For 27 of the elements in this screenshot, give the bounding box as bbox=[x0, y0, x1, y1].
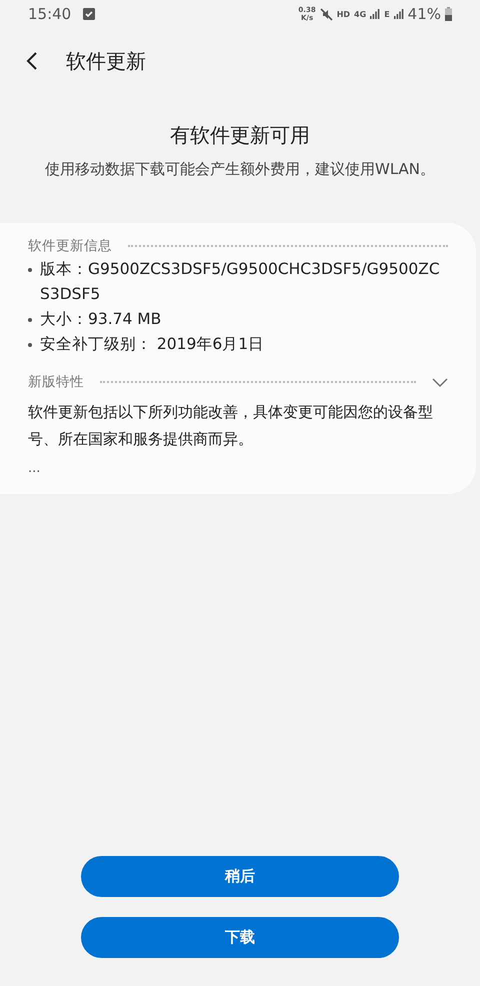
notice-title: 有软件更新可用 bbox=[169, 122, 311, 149]
action-button[interactable]: 下载 bbox=[81, 917, 399, 958]
action-button[interactable]: 稍后 bbox=[81, 856, 399, 897]
checkbox-notification-icon bbox=[83, 8, 96, 20]
chevron-down-icon[interactable] bbox=[432, 378, 448, 386]
battery-icon bbox=[445, 7, 452, 21]
status-time: 15:40 bbox=[28, 5, 72, 23]
section-heading: 新版特性 bbox=[28, 373, 84, 391]
network-type: 4G bbox=[354, 10, 366, 18]
section-heading: 软件更新信息 bbox=[28, 237, 112, 255]
ellipsis-text: ... bbox=[28, 461, 42, 476]
notice-message: 使用移动数据下载可能会产生额外费用，建议使用WLAN。 bbox=[44, 159, 436, 180]
hd-label: HD bbox=[336, 10, 350, 18]
network-type: E bbox=[384, 10, 390, 18]
info-item: 大小：93.74 MB bbox=[40, 309, 162, 330]
bullet-icon bbox=[28, 318, 32, 322]
bullet-icon bbox=[28, 268, 32, 272]
page-title: 软件更新 bbox=[66, 48, 146, 74]
battery-percent: 41% bbox=[408, 5, 441, 23]
signal-icon bbox=[394, 9, 404, 19]
bullet-icon bbox=[28, 343, 32, 347]
info-item: 安全补丁级别： 2019年6月1日 bbox=[40, 334, 264, 355]
mute-icon bbox=[320, 8, 333, 20]
features-text: 软件更新包括以下所列功能改善，具体变更可能因您的设备型号、所在国家和服务提供商而异。 bbox=[28, 402, 434, 450]
signal-icon bbox=[370, 9, 380, 19]
info-item: 版本：G9500ZCS3DSF5/G9500CHC3DSF5/G9500ZCS3DSF5 bbox=[40, 259, 441, 305]
back-icon[interactable] bbox=[26, 52, 38, 70]
